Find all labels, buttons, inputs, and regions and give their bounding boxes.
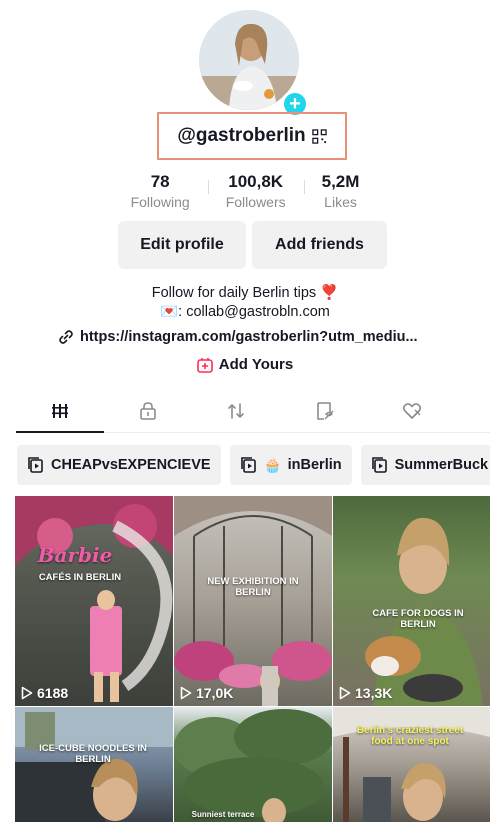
favorites-icon: [317, 402, 334, 420]
playlist-label: CHEAPvsEXPENCIEVE: [51, 457, 211, 473]
playlist-icon: [240, 457, 256, 473]
playlist-chip[interactable]: 🧁 inBerlin: [229, 445, 352, 485]
add-friends-button[interactable]: Add friends: [252, 221, 387, 269]
video-thumbnail[interactable]: Barbie CAFÉS IN BERLIN 6188: [15, 496, 173, 706]
playlist-label: SummerBuck: [394, 457, 489, 473]
heart-exclamation-emoji: ❣️: [320, 285, 339, 301]
video-thumbnail[interactable]: Berlin's craziest street food at one spo…: [333, 707, 490, 822]
followers-label: Followers: [225, 194, 286, 210]
bio: Follow for daily Berlin tips ❣️ 💌: colla…: [0, 284, 490, 322]
video-thumbnail-image: [174, 496, 332, 706]
liked-icon: [402, 403, 422, 419]
link-icon: [59, 330, 73, 344]
video-thumbnail-image: [15, 496, 173, 702]
video-thumbnail[interactable]: NEW EXHIBITION IN BERLIN 17,0K: [174, 496, 332, 706]
add-yours-label: Add Yours: [218, 356, 294, 373]
tab-favorites[interactable]: [280, 395, 368, 432]
view-count: 6188: [21, 685, 68, 701]
reposts-icon: [228, 403, 244, 419]
video-thumbnail[interactable]: ICE-CUBE NOODLES IN BERLIN: [15, 707, 173, 822]
video-thumbnail-image: [174, 709, 332, 822]
stat-following[interactable]: 78 Following: [113, 172, 208, 210]
video-grid: Barbie CAFÉS IN BERLIN 6188 NEW EXHIBITI…: [15, 496, 490, 822]
playlist-icon: [371, 457, 387, 473]
love-letter-emoji: 💌: [160, 304, 179, 320]
bio-line-2: 💌: collab@gastrobln.com: [0, 303, 490, 322]
video-thumbnail[interactable]: CAFE FOR DOGS IN BERLIN 13,3K: [333, 496, 490, 706]
play-icon: [21, 686, 33, 700]
add-yours-button[interactable]: Add Yours: [0, 356, 490, 373]
video-thumbnail-image: [365, 517, 483, 706]
view-count: 17,0K: [180, 685, 233, 701]
play-icon: [339, 686, 351, 700]
tab-reposts[interactable]: [192, 395, 280, 432]
playlist-label: inBerlin: [287, 457, 342, 473]
likes-label: Likes: [324, 194, 357, 210]
cupcake-emoji: 🧁: [263, 457, 282, 474]
playlist-chip[interactable]: SummerBuck: [360, 445, 490, 485]
profile-stats: 78 Following 100,8K Followers 5,2M Likes: [0, 172, 490, 210]
tab-private[interactable]: [104, 395, 192, 432]
view-count: 13,3K: [339, 685, 392, 701]
bio-email: : collab@gastrobln.com: [178, 304, 330, 320]
qr-code-icon[interactable]: [311, 128, 327, 144]
video-caption: Sunniest terrace: [191, 810, 255, 819]
stat-likes[interactable]: 5,2M Likes: [303, 172, 378, 210]
profile-avatar-container[interactable]: +: [199, 10, 309, 118]
edit-profile-button[interactable]: Edit profile: [118, 221, 246, 269]
bio-link[interactable]: https://instagram.com/gastroberlin?utm_m…: [58, 329, 438, 345]
tab-videos[interactable]: [16, 395, 104, 433]
following-label: Following: [130, 194, 190, 210]
username: @gastroberlin: [177, 125, 306, 146]
add-yours-icon: [196, 357, 213, 373]
bio-line-1: Follow for daily Berlin tips ❣️: [0, 284, 490, 303]
username-highlight-box: @gastroberlin: [157, 112, 347, 160]
video-caption: Berlin's craziest street food at one spo…: [356, 725, 464, 747]
video-caption: NEW EXHIBITION IN BERLIN: [207, 576, 299, 598]
following-count: 78: [150, 172, 170, 191]
tab-liked[interactable]: [368, 395, 456, 432]
bio-link-text[interactable]: https://instagram.com/gastroberlin?utm_m…: [80, 329, 418, 345]
profile-tabs: [16, 395, 490, 433]
video-caption: CAFE FOR DOGS IN BERLIN: [372, 608, 464, 630]
video-caption: CAFÉS IN BERLIN: [38, 572, 122, 583]
video-thumbnail[interactable]: Sunniest terrace: [174, 707, 332, 822]
stat-followers[interactable]: 100,8K Followers: [207, 172, 304, 210]
likes-count: 5,2M: [321, 172, 360, 191]
playlist-icon: [28, 457, 43, 473]
videos-grid-icon: [52, 404, 68, 418]
video-caption: ICE-CUBE NOODLES IN BERLIN: [39, 743, 147, 765]
bio-text-1: Follow for daily Berlin tips: [151, 285, 317, 301]
followers-count: 100,8K: [228, 172, 284, 191]
video-caption-barbie: Barbie: [37, 543, 113, 567]
play-icon: [180, 686, 192, 700]
private-lock-icon: [140, 402, 156, 420]
playlist-row: CHEAPvsEXPENCIEVE 🧁 inBerlin SummerBuck: [17, 445, 490, 485]
playlist-chip[interactable]: CHEAPvsEXPENCIEVE: [17, 445, 221, 485]
